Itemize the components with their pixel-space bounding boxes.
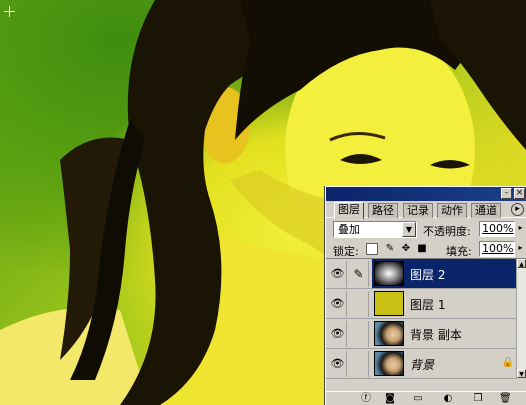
- link-slot[interactable]: [349, 351, 369, 377]
- close-icon[interactable]: ×: [514, 188, 525, 199]
- tab-actions-label: 动作: [441, 204, 463, 217]
- blend-mode-value: 叠加: [338, 223, 360, 236]
- palette-menu-icon[interactable]: ▸: [511, 203, 524, 216]
- layers-palette: - × 图层 路径 记录 动作 通道 ▸ 叠加 ▼ 不透明度: 100% ▸ 锁…: [325, 186, 526, 405]
- layer-row-background-copy[interactable]: 👁 背景 副本: [326, 319, 517, 349]
- fill-input[interactable]: 100%: [479, 241, 515, 257]
- palette-bottom-bar: ⓕ ◙ ▭ ◐ ❐ 🗑: [326, 391, 526, 405]
- scroll-down-icon[interactable]: ▼: [517, 369, 526, 378]
- tab-history-label: 记录: [407, 204, 429, 217]
- layer-style-icon[interactable]: ⓕ: [360, 393, 372, 405]
- lock-all-icon[interactable]: ■: [416, 243, 428, 255]
- new-group-icon[interactable]: ▭: [412, 393, 424, 405]
- layer-name: 背景 副本: [410, 328, 462, 342]
- blend-row: 叠加 ▼ 不透明度: 100% ▸: [326, 218, 526, 240]
- layer-row-layer1[interactable]: 👁 图层 1: [326, 289, 517, 319]
- scroll-up-icon[interactable]: ▲: [517, 259, 526, 268]
- tab-history[interactable]: 记录: [403, 203, 433, 218]
- chevron-down-icon[interactable]: ▼: [402, 222, 416, 237]
- link-slot[interactable]: [349, 321, 369, 347]
- layer-row-layer2[interactable]: 👁 ✎ 图层 2: [326, 259, 517, 289]
- palette-tabs: 图层 路径 记录 动作 通道 ▸: [326, 201, 526, 219]
- layer-name-area[interactable]: 图层 1: [372, 289, 517, 318]
- fill-label: 填充:: [446, 245, 472, 258]
- tab-channels[interactable]: 通道: [471, 203, 501, 218]
- lock-pixels-brush-icon[interactable]: ✎: [384, 243, 396, 255]
- new-layer-icon[interactable]: ❐: [472, 393, 484, 405]
- blend-mode-select[interactable]: 叠加 ▼: [333, 221, 417, 238]
- fill-arrow-icon[interactable]: ▸: [516, 241, 525, 257]
- eye-icon[interactable]: 👁: [329, 291, 347, 317]
- layer-row-background[interactable]: 👁 背景 🔒: [326, 349, 517, 379]
- layer-name-area[interactable]: 图层 2: [372, 259, 517, 288]
- opacity-arrow-icon[interactable]: ▸: [516, 221, 525, 237]
- eye-icon[interactable]: 👁: [329, 321, 347, 347]
- eye-icon[interactable]: 👁: [329, 261, 347, 287]
- lock-position-move-icon[interactable]: ✥: [400, 243, 412, 255]
- delete-layer-icon[interactable]: 🗑: [499, 393, 512, 405]
- palette-titlebar[interactable]: - ×: [326, 187, 526, 201]
- tab-layers[interactable]: 图层: [334, 202, 364, 219]
- tab-actions[interactable]: 动作: [437, 203, 467, 218]
- layer-name: 背景: [410, 358, 435, 372]
- adjustment-layer-icon[interactable]: ◐: [442, 393, 454, 405]
- layer-thumbnail: [374, 321, 404, 346]
- opacity-input[interactable]: 100%: [479, 221, 515, 237]
- lock-icon: 🔒: [501, 357, 514, 368]
- layer-name-area[interactable]: 背景 🔒: [372, 349, 517, 378]
- tab-paths-label: 路径: [372, 204, 394, 217]
- layers-scrollbar[interactable]: ▲ ▼: [516, 259, 526, 378]
- layer-thumbnail: [374, 291, 404, 316]
- layer-name-area[interactable]: 背景 副本: [372, 319, 517, 348]
- link-slot[interactable]: [349, 291, 369, 317]
- lock-fill-row: 锁定: ✎ ✥ ■ 填充: 100% ▸: [326, 240, 526, 259]
- lock-label: 锁定:: [333, 245, 359, 258]
- layer-name: 图层 1: [410, 298, 446, 312]
- tab-layers-label: 图层: [338, 203, 360, 216]
- brush-icon[interactable]: ✎: [349, 261, 369, 287]
- tab-channels-label: 通道: [475, 204, 497, 217]
- crosshair-cursor-icon: [4, 6, 15, 17]
- opacity-label: 不透明度:: [423, 225, 471, 238]
- eye-icon[interactable]: 👁: [329, 351, 347, 377]
- tab-paths[interactable]: 路径: [368, 203, 398, 218]
- layers-list: 👁 ✎ 图层 2 👁 图层 1 👁 背景 副本 👁 背景 🔒 ▲ ▼: [326, 259, 526, 379]
- minimize-icon[interactable]: -: [501, 188, 512, 199]
- add-mask-icon[interactable]: ◙: [384, 393, 396, 405]
- lock-transparency-icon[interactable]: [366, 243, 378, 255]
- layer-thumbnail: [374, 261, 404, 286]
- layer-name: 图层 2: [410, 268, 446, 282]
- layer-thumbnail: [374, 351, 404, 376]
